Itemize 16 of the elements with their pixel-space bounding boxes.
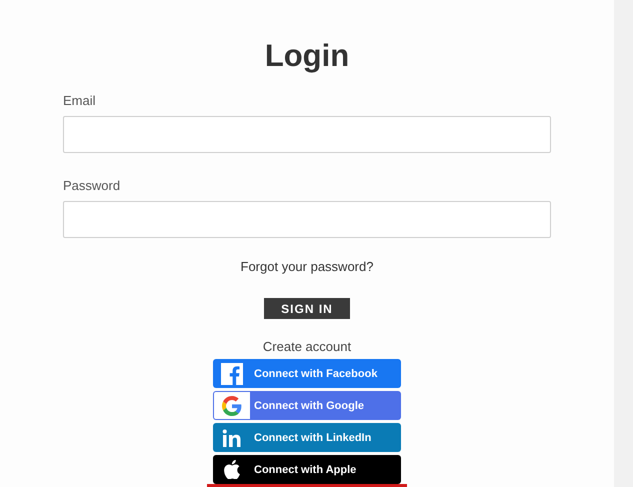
- social-login-button[interactable]: Connect with Google: [213, 391, 401, 420]
- facebook-logo-icon: [221, 362, 243, 385]
- field-label: Password: [63, 177, 122, 195]
- create-account-link[interactable]: Create account: [262, 339, 352, 356]
- input-field[interactable]: [63, 201, 551, 238]
- apple-logo-icon: [224, 460, 240, 480]
- field-label: Email: [63, 92, 97, 110]
- input-field[interactable]: [63, 116, 551, 153]
- linkedin-logo-icon: [222, 428, 242, 447]
- forgot-password-link[interactable]: Forgot your password?: [240, 258, 374, 276]
- page-title: Login: [264, 37, 350, 75]
- social-login-button[interactable]: Connect with Apple: [213, 455, 401, 484]
- social-login-button[interactable]: Connect with LinkedIn: [213, 423, 401, 452]
- sign-in-button[interactable]: SIGN IN: [264, 298, 350, 320]
- google-logo-icon: [222, 396, 242, 416]
- social-login-button[interactable]: Connect with Facebook: [213, 359, 401, 388]
